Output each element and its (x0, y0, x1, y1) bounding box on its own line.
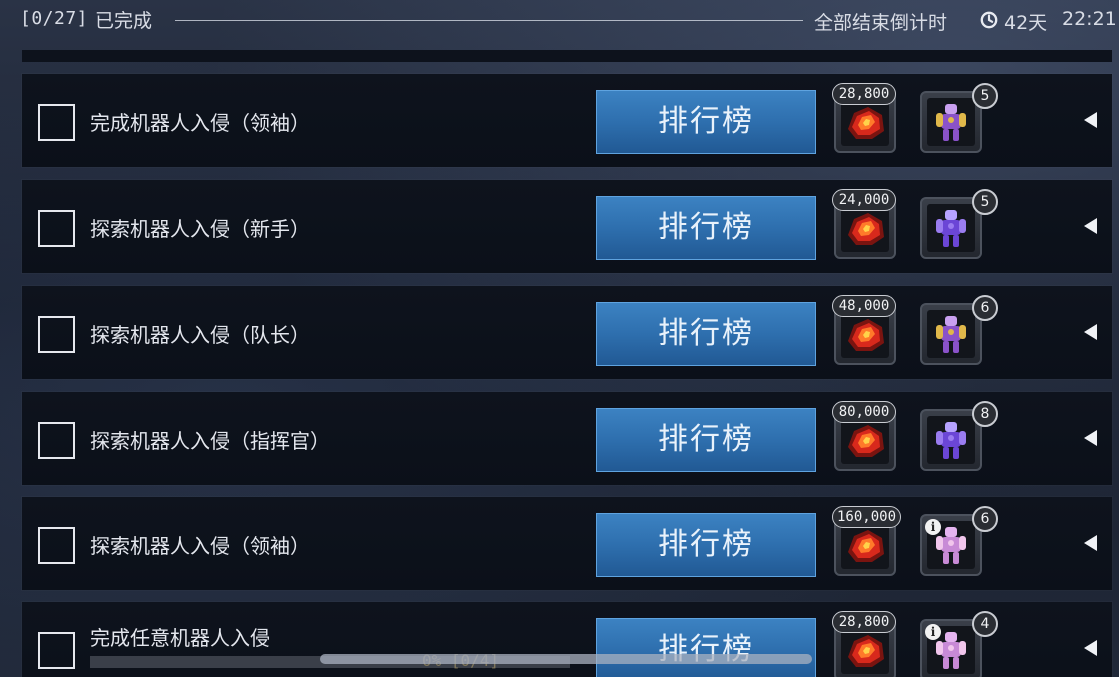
task-checkbox[interactable] (38, 316, 75, 353)
task-checkbox[interactable] (38, 527, 75, 564)
collapse-arrow-left-icon[interactable] (1084, 430, 1097, 446)
info-icon[interactable]: i (925, 624, 941, 640)
clock-icon (980, 11, 998, 29)
countdown-label: 全部结束倒计时 (814, 12, 948, 34)
task-title: 探索机器人入侵（指挥官） (90, 429, 330, 453)
red-crystal-ore-icon (848, 213, 884, 245)
task-row[interactable]: 完成任意机器人入侵0% [0/4]排行榜28,800i4 (22, 602, 1112, 677)
task-checkbox[interactable] (38, 632, 75, 669)
horizontal-scrollbar[interactable] (320, 654, 812, 664)
collapse-arrow-left-icon[interactable] (1084, 218, 1097, 234)
reward-resource-slot[interactable]: 28,800 (832, 611, 896, 677)
reward-robot-slot[interactable]: 8 (920, 401, 998, 471)
task-title: 探索机器人入侵（队长） (90, 323, 310, 347)
header-bar: [0/27] 已完成 全部结束倒计时 42天 22:21 (0, 0, 1119, 40)
task-title: 完成任意机器人入侵 (90, 626, 270, 650)
task-row[interactable]: 探索机器人入侵（新手） 排行榜 24,000 5 (22, 180, 1112, 273)
reward-resource-slot[interactable]: 160,000 (832, 506, 902, 576)
collapse-arrow-left-icon[interactable] (1084, 640, 1097, 656)
countdown-time: 22:21 (1062, 8, 1117, 30)
leaderboard-button[interactable]: 排行榜 (596, 513, 816, 577)
reward-robot-slot[interactable]: 5 (920, 189, 998, 259)
reward-robot-slot[interactable]: 6 (920, 295, 998, 365)
task-checkbox[interactable] (38, 422, 75, 459)
reward-quantity-badge: 6 (972, 506, 998, 532)
reward-resource-slot[interactable]: 24,000 (832, 189, 896, 259)
robot-figure-icon (936, 316, 966, 353)
leaderboard-button[interactable]: 排行榜 (596, 196, 816, 260)
reward-quantity-badge: 5 (972, 189, 998, 215)
robot-figure-icon (936, 422, 966, 459)
reward-amount-badge: 28,800 (832, 611, 896, 633)
task-row[interactable]: 完成机器人入侵（领袖） 排行榜 28,800 5 (22, 74, 1112, 167)
reward-quantity-badge: 5 (972, 83, 998, 109)
red-crystal-ore-icon (848, 635, 884, 667)
reward-amount-badge: 28,800 (832, 83, 896, 105)
collapse-arrow-left-icon[interactable] (1084, 112, 1097, 128)
list-top-edge (22, 50, 1112, 62)
leaderboard-button[interactable]: 排行榜 (596, 90, 816, 154)
reward-amount-badge: 24,000 (832, 189, 896, 211)
red-crystal-ore-icon (848, 107, 884, 139)
leaderboard-button[interactable]: 排行榜 (596, 618, 816, 677)
event-task-panel: [0/27] 已完成 全部结束倒计时 42天 22:21 完成机器人入侵（领袖）… (0, 0, 1119, 677)
collapse-arrow-left-icon[interactable] (1084, 324, 1097, 340)
leaderboard-button[interactable]: 排行榜 (596, 302, 816, 366)
reward-resource-slot[interactable]: 80,000 (832, 401, 896, 471)
reward-robot-slot[interactable]: 5 (920, 83, 998, 153)
collapse-arrow-left-icon[interactable] (1084, 535, 1097, 551)
reward-amount-badge: 48,000 (832, 295, 896, 317)
reward-robot-slot[interactable]: i4 (920, 611, 998, 677)
completion-count: [0/27] (20, 8, 89, 29)
red-crystal-ore-icon (848, 319, 884, 351)
red-crystal-ore-icon (848, 530, 884, 562)
reward-robot-slot[interactable]: i6 (920, 506, 998, 576)
leaderboard-button[interactable]: 排行榜 (596, 408, 816, 472)
task-row[interactable]: 探索机器人入侵（领袖） 排行榜 160,000 i 6 (22, 497, 1112, 590)
reward-quantity-badge: 8 (972, 401, 998, 427)
reward-quantity-badge: 4 (972, 611, 998, 637)
reward-resource-slot[interactable]: 28,800 (832, 83, 896, 153)
task-title: 探索机器人入侵（领袖） (90, 534, 310, 558)
task-checkbox[interactable] (38, 210, 75, 247)
header-divider (175, 20, 803, 21)
task-row[interactable]: 探索机器人入侵（指挥官） 排行榜 80,000 8 (22, 392, 1112, 485)
reward-amount-badge: 80,000 (832, 401, 896, 423)
red-crystal-ore-icon (848, 425, 884, 457)
task-checkbox[interactable] (38, 104, 75, 141)
task-title: 完成机器人入侵（领袖） (90, 111, 310, 135)
task-row[interactable]: 探索机器人入侵（队长） 排行榜 48,000 6 (22, 286, 1112, 379)
robot-figure-icon (936, 104, 966, 141)
task-title: 探索机器人入侵（新手） (90, 217, 310, 241)
reward-amount-badge: 160,000 (832, 506, 902, 528)
reward-resource-slot[interactable]: 48,000 (832, 295, 896, 365)
completed-label: 已完成 (95, 10, 153, 32)
countdown-days: 42天 (1004, 12, 1048, 34)
reward-quantity-badge: 6 (972, 295, 998, 321)
robot-figure-icon (936, 210, 966, 247)
info-icon[interactable]: i (925, 519, 941, 535)
